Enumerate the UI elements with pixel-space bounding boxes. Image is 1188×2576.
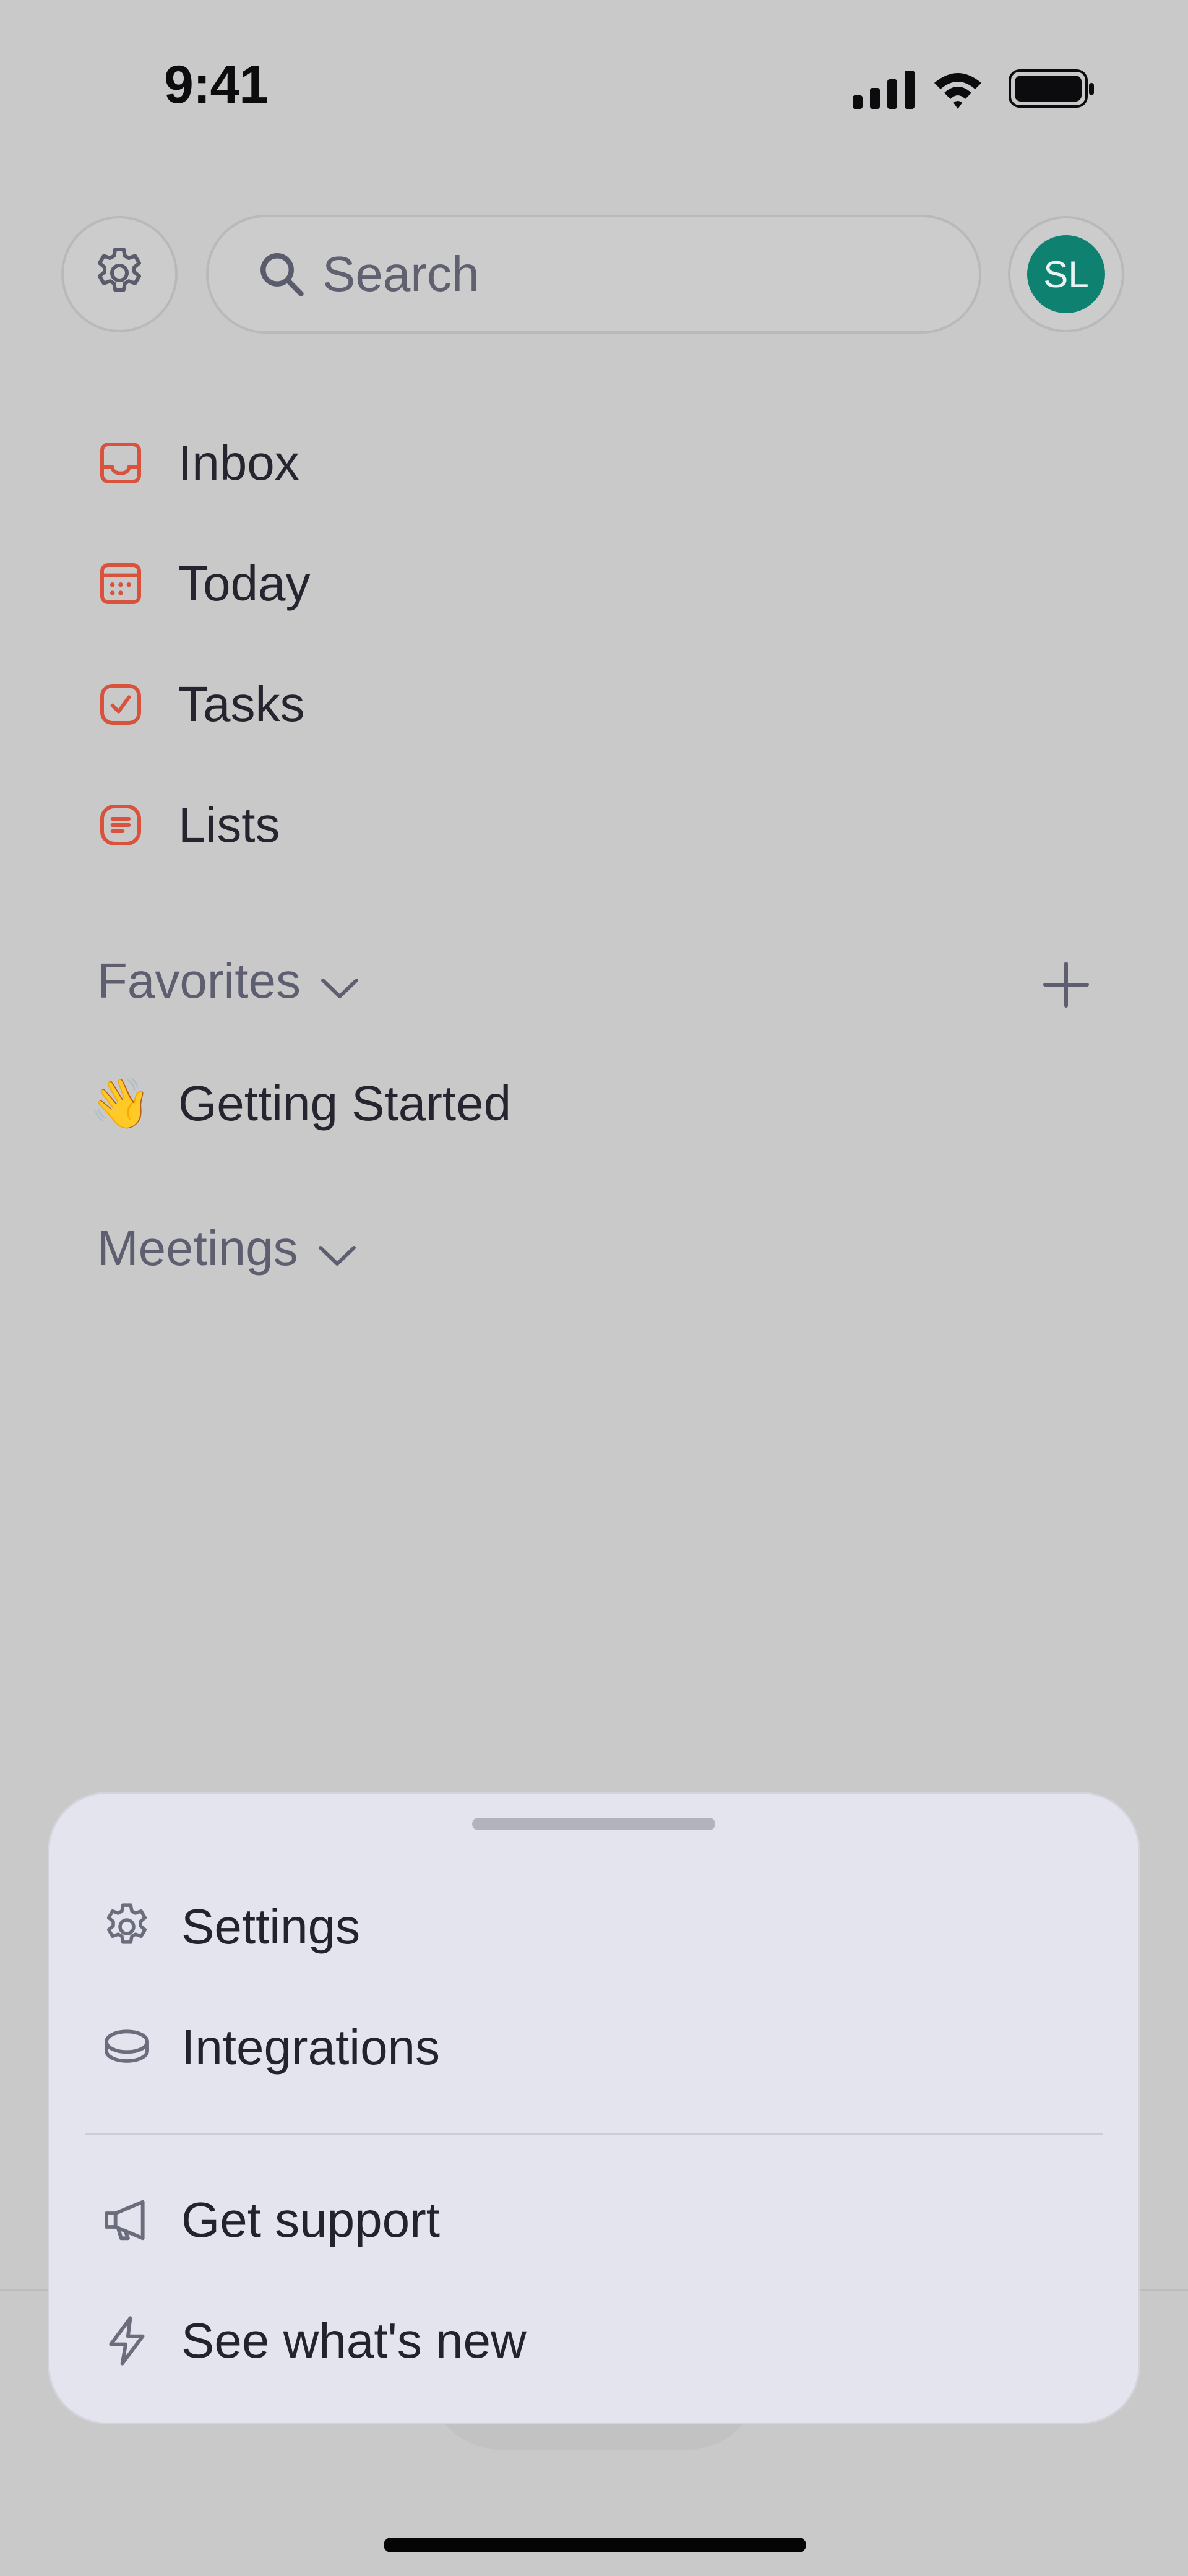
meetings-title: Meetings [97,1221,298,1276]
cellular-signal-icon [853,71,915,109]
lightning-icon [97,2311,157,2371]
sheet-item-integrations[interactable]: Integrations [97,2010,440,2085]
add-favorite-button[interactable] [1041,960,1091,1013]
search-placeholder: Search [322,246,480,301]
gear-icon [90,243,149,306]
megaphone-icon [97,2190,157,2250]
account-button[interactable]: SL [1008,216,1124,332]
chevron-down-icon [319,955,360,1012]
settings-button[interactable] [61,216,178,332]
status-time: 9:41 [164,55,269,115]
list-icon [93,797,148,853]
sheet-grabber[interactable] [472,1818,715,1830]
favorites-title: Favorites [97,953,301,1008]
sheet-item-label: Integrations [181,2020,441,2075]
sidebar-item-label: Tasks [178,676,305,732]
sheet-item-settings[interactable]: Settings [97,1890,360,1964]
sidebar-item-inbox[interactable]: Inbox [93,426,299,500]
status-icons [848,64,1095,114]
avatar: SL [1027,235,1105,313]
sidebar-item-tasks[interactable]: Tasks [93,667,305,741]
checkbox-icon [93,676,148,732]
favorites-header[interactable]: Favorites [97,950,360,1012]
search-icon [256,248,308,300]
battery-icon [1009,69,1094,108]
gear-icon [97,1897,157,1956]
search-input[interactable]: Search [206,215,981,334]
sheet-item-label: Get support [181,2192,441,2247]
sidebar-item-label: Today [178,556,311,611]
calendar-icon [93,556,148,612]
layers-icon [97,2018,157,2077]
wifi-icon [934,73,981,109]
favorite-item[interactable]: 👋 Getting Started [90,1066,512,1141]
sidebar-item-label: Inbox [178,435,299,490]
chevron-down-icon [317,1222,358,1279]
waving-hand-emoji: 👋 [90,1076,152,1131]
sheet-item-get-support[interactable]: Get support [97,2183,440,2257]
sidebar-item-label: Lists [178,797,280,852]
sheet-item-label: See what's new [181,2313,527,2368]
meetings-header[interactable]: Meetings [97,1217,358,1279]
sheet-item-whats-new[interactable]: See what's new [97,2304,527,2378]
sheet-divider [85,2133,1103,2135]
plus-icon [1041,962,1091,1012]
sheet-item-label: Settings [181,1899,361,1954]
home-indicator [384,2538,806,2552]
inbox-icon [93,435,148,491]
sidebar-item-today[interactable]: Today [93,547,310,621]
favorite-item-label: Getting Started [178,1076,512,1131]
sidebar-item-lists[interactable]: Lists [93,788,280,862]
